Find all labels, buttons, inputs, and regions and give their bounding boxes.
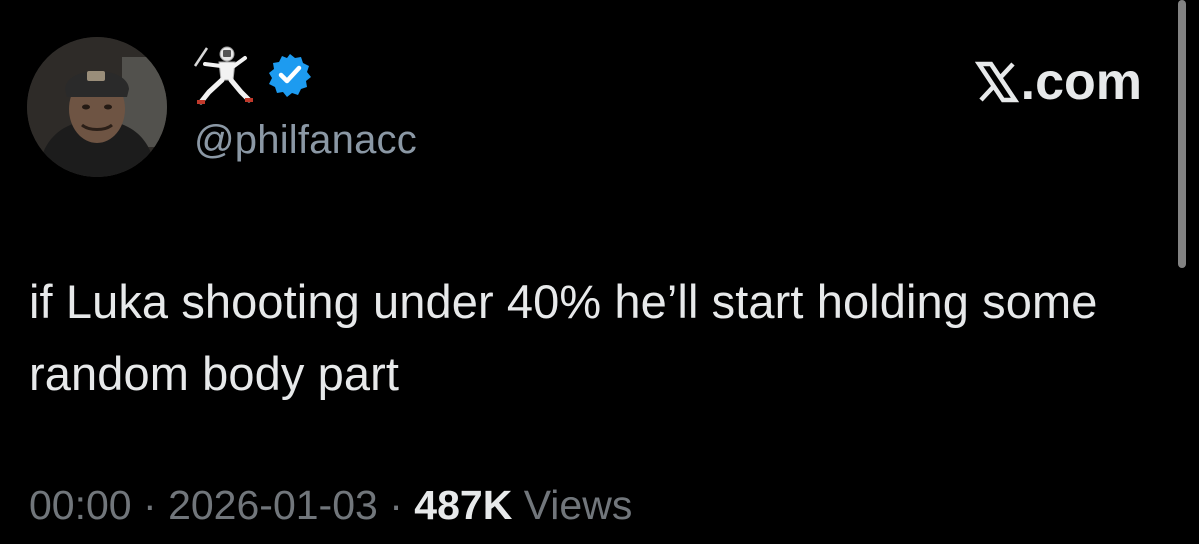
tweet-date[interactable]: 2026-01-03 (168, 482, 378, 528)
meta-separator: · (389, 482, 403, 528)
x-logo-icon (974, 61, 1019, 103)
tweet-text: if Luka shooting under 40% he’ll start h… (29, 275, 1098, 400)
avatar-photo-icon (27, 37, 167, 177)
fencer-emoji-icon (193, 46, 253, 105)
author-name-row[interactable] (193, 44, 313, 106)
meta-separator: · (143, 482, 157, 528)
site-watermark: .com (974, 52, 1142, 112)
tweet-time[interactable]: 00:00 (29, 482, 132, 528)
tweet-meta: 00:00 · 2026-01-03 · 487K Views (29, 478, 632, 532)
views-count[interactable]: 487K (414, 482, 512, 528)
avatar[interactable] (27, 37, 167, 177)
scrollbar[interactable] (1178, 0, 1186, 268)
tweet-card: @philfanacc .com if Luka shooting under … (0, 0, 1199, 544)
views-label: Views (523, 482, 633, 528)
site-label: .com (1020, 53, 1142, 111)
author-handle[interactable]: @philfanacc (194, 116, 417, 164)
verified-badge-icon[interactable] (267, 52, 313, 98)
